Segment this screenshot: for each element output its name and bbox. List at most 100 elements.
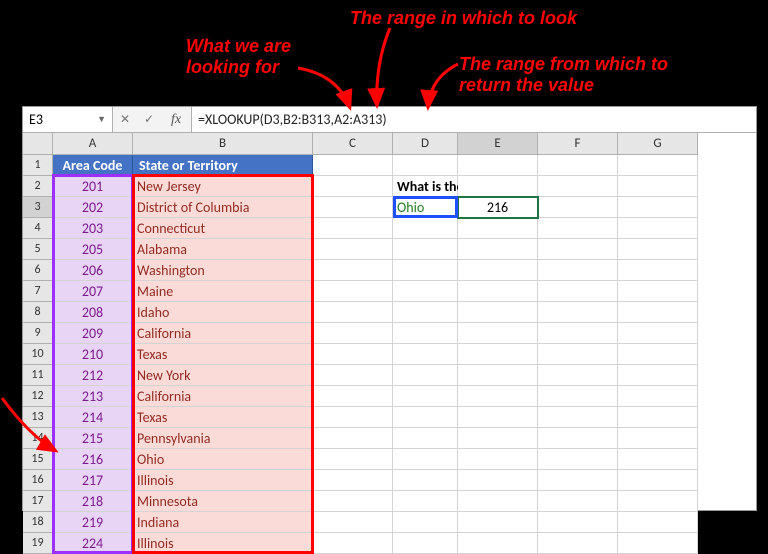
- cell-D4[interactable]: [393, 218, 458, 239]
- cell-E18[interactable]: [458, 512, 538, 533]
- cell-G18[interactable]: [618, 512, 698, 533]
- cell-F15[interactable]: [538, 449, 618, 470]
- accept-formula-button[interactable]: ✓: [137, 107, 161, 132]
- cell-D13[interactable]: [393, 407, 458, 428]
- cell-E12[interactable]: [458, 386, 538, 407]
- col-header-D[interactable]: D: [393, 133, 458, 155]
- cell-E19[interactable]: [458, 533, 538, 554]
- cell-D3[interactable]: Ohio: [393, 197, 458, 218]
- cell-C4[interactable]: [313, 218, 393, 239]
- cell-A18[interactable]: 219: [53, 512, 133, 533]
- cell-E8[interactable]: [458, 302, 538, 323]
- cell-F10[interactable]: [538, 344, 618, 365]
- cell-D19[interactable]: [393, 533, 458, 554]
- cell-A12[interactable]: 213: [53, 386, 133, 407]
- cell-D1[interactable]: [393, 155, 458, 176]
- cell-D10[interactable]: [393, 344, 458, 365]
- cell-E7[interactable]: [458, 281, 538, 302]
- cell-A4[interactable]: 203: [53, 218, 133, 239]
- cell-E3[interactable]: 216: [458, 197, 538, 218]
- cell-B1[interactable]: State or Territory: [133, 155, 313, 176]
- cell-C7[interactable]: [313, 281, 393, 302]
- cell-C5[interactable]: [313, 239, 393, 260]
- cell-B9[interactable]: California: [133, 323, 313, 344]
- cell-A15[interactable]: 216: [53, 449, 133, 470]
- row-header[interactable]: 7: [23, 281, 53, 302]
- cell-E4[interactable]: [458, 218, 538, 239]
- cell-A17[interactable]: 218: [53, 491, 133, 512]
- cell-E11[interactable]: [458, 365, 538, 386]
- cell-C15[interactable]: [313, 449, 393, 470]
- cell-A19[interactable]: 224: [53, 533, 133, 554]
- row-header[interactable]: 13: [23, 407, 53, 428]
- cell-D15[interactable]: [393, 449, 458, 470]
- cell-C9[interactable]: [313, 323, 393, 344]
- cell-F2[interactable]: [538, 176, 618, 197]
- cell-E1[interactable]: [458, 155, 538, 176]
- cell-D2[interactable]: What is the Area Code?: [393, 176, 458, 197]
- cell-B2[interactable]: New Jersey: [133, 176, 313, 197]
- row-header[interactable]: 11: [23, 365, 53, 386]
- cell-F19[interactable]: [538, 533, 618, 554]
- cancel-formula-button[interactable]: ✕: [113, 107, 137, 132]
- cell-C16[interactable]: [313, 470, 393, 491]
- cell-B3[interactable]: District of Columbia: [133, 197, 313, 218]
- cell-F1[interactable]: [538, 155, 618, 176]
- cell-A13[interactable]: 214: [53, 407, 133, 428]
- cell-A3[interactable]: 202: [53, 197, 133, 218]
- cell-A1[interactable]: Area Code: [53, 155, 133, 176]
- cell-F4[interactable]: [538, 218, 618, 239]
- cell-F13[interactable]: [538, 407, 618, 428]
- cell-F8[interactable]: [538, 302, 618, 323]
- row-header[interactable]: 12: [23, 386, 53, 407]
- cell-F14[interactable]: [538, 428, 618, 449]
- cell-E15[interactable]: [458, 449, 538, 470]
- cell-D9[interactable]: [393, 323, 458, 344]
- cell-G1[interactable]: [618, 155, 698, 176]
- row-header[interactable]: 18: [23, 512, 53, 533]
- row-header[interactable]: 17: [23, 491, 53, 512]
- row-header[interactable]: 10: [23, 344, 53, 365]
- cell-G14[interactable]: [618, 428, 698, 449]
- cell-B17[interactable]: Minnesota: [133, 491, 313, 512]
- cell-B18[interactable]: Indiana: [133, 512, 313, 533]
- cell-G19[interactable]: [618, 533, 698, 554]
- cell-B7[interactable]: Maine: [133, 281, 313, 302]
- cell-C12[interactable]: [313, 386, 393, 407]
- cell-G6[interactable]: [618, 260, 698, 281]
- row-header[interactable]: 5: [23, 239, 53, 260]
- cell-B19[interactable]: Illinois: [133, 533, 313, 554]
- cell-G17[interactable]: [618, 491, 698, 512]
- row-header[interactable]: 14: [23, 428, 53, 449]
- chevron-down-icon[interactable]: ▼: [97, 114, 106, 125]
- cell-A14[interactable]: 215: [53, 428, 133, 449]
- col-header-F[interactable]: F: [538, 133, 618, 155]
- col-header-G[interactable]: G: [618, 133, 698, 155]
- cell-C8[interactable]: [313, 302, 393, 323]
- col-header-A[interactable]: A: [53, 133, 133, 155]
- cell-B5[interactable]: Alabama: [133, 239, 313, 260]
- cell-E5[interactable]: [458, 239, 538, 260]
- cell-F9[interactable]: [538, 323, 618, 344]
- cell-D12[interactable]: [393, 386, 458, 407]
- cell-C1[interactable]: [313, 155, 393, 176]
- cell-G3[interactable]: [618, 197, 698, 218]
- col-header-B[interactable]: B: [133, 133, 313, 155]
- cell-D17[interactable]: [393, 491, 458, 512]
- cell-G4[interactable]: [618, 218, 698, 239]
- cell-G16[interactable]: [618, 470, 698, 491]
- cell-E2[interactable]: [458, 176, 538, 197]
- cell-F12[interactable]: [538, 386, 618, 407]
- col-header-C[interactable]: C: [313, 133, 393, 155]
- cell-B16[interactable]: Illinois: [133, 470, 313, 491]
- cell-A9[interactable]: 209: [53, 323, 133, 344]
- cell-C19[interactable]: [313, 533, 393, 554]
- cell-D16[interactable]: [393, 470, 458, 491]
- cell-B13[interactable]: Texas: [133, 407, 313, 428]
- cell-G13[interactable]: [618, 407, 698, 428]
- row-header[interactable]: 2: [23, 176, 53, 197]
- cell-B15[interactable]: Ohio: [133, 449, 313, 470]
- cell-B10[interactable]: Texas: [133, 344, 313, 365]
- cell-C10[interactable]: [313, 344, 393, 365]
- cell-C18[interactable]: [313, 512, 393, 533]
